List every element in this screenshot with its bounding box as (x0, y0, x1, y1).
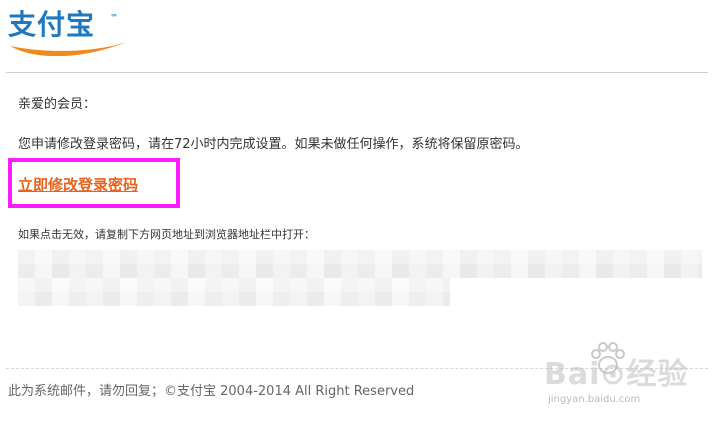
watermark-brand: Bai⊙经验 (544, 357, 689, 392)
header-divider (6, 72, 708, 73)
watermark: Bai⊙经验 jingyan.baidu.com (538, 340, 708, 410)
reset-password-link[interactable]: 立即修改登录密码 (18, 175, 138, 195)
logo-swoosh-icon (10, 42, 126, 56)
blurred-url[interactable] (18, 250, 702, 306)
greeting-text: 亲爱的会员： (18, 97, 97, 112)
logo-trademark: ™ (110, 13, 118, 22)
fallback-hint-text: 如果点击无效，请复制下方网页地址到浏览器地址栏中打开： (18, 228, 315, 241)
blurred-url-line (18, 250, 702, 278)
blurred-url-line (18, 278, 450, 306)
email-page: 支付宝 ™ 亲爱的会员： 您申请修改登录密码，请在72小时内完成设置。如果未做任… (0, 0, 714, 422)
alipay-logo: 支付宝 ™ (8, 8, 138, 56)
message-text: 您申请修改登录密码，请在72小时内完成设置。如果未做任何操作，系统将保留原密码。 (18, 137, 529, 152)
paw-icon (591, 342, 625, 374)
footer-divider (6, 368, 708, 369)
footer-text: 此为系统邮件，请勿回复；©支付宝 2004-2014 All Right Res… (8, 384, 415, 399)
watermark-url: jingyan.baidu.com (548, 394, 641, 405)
